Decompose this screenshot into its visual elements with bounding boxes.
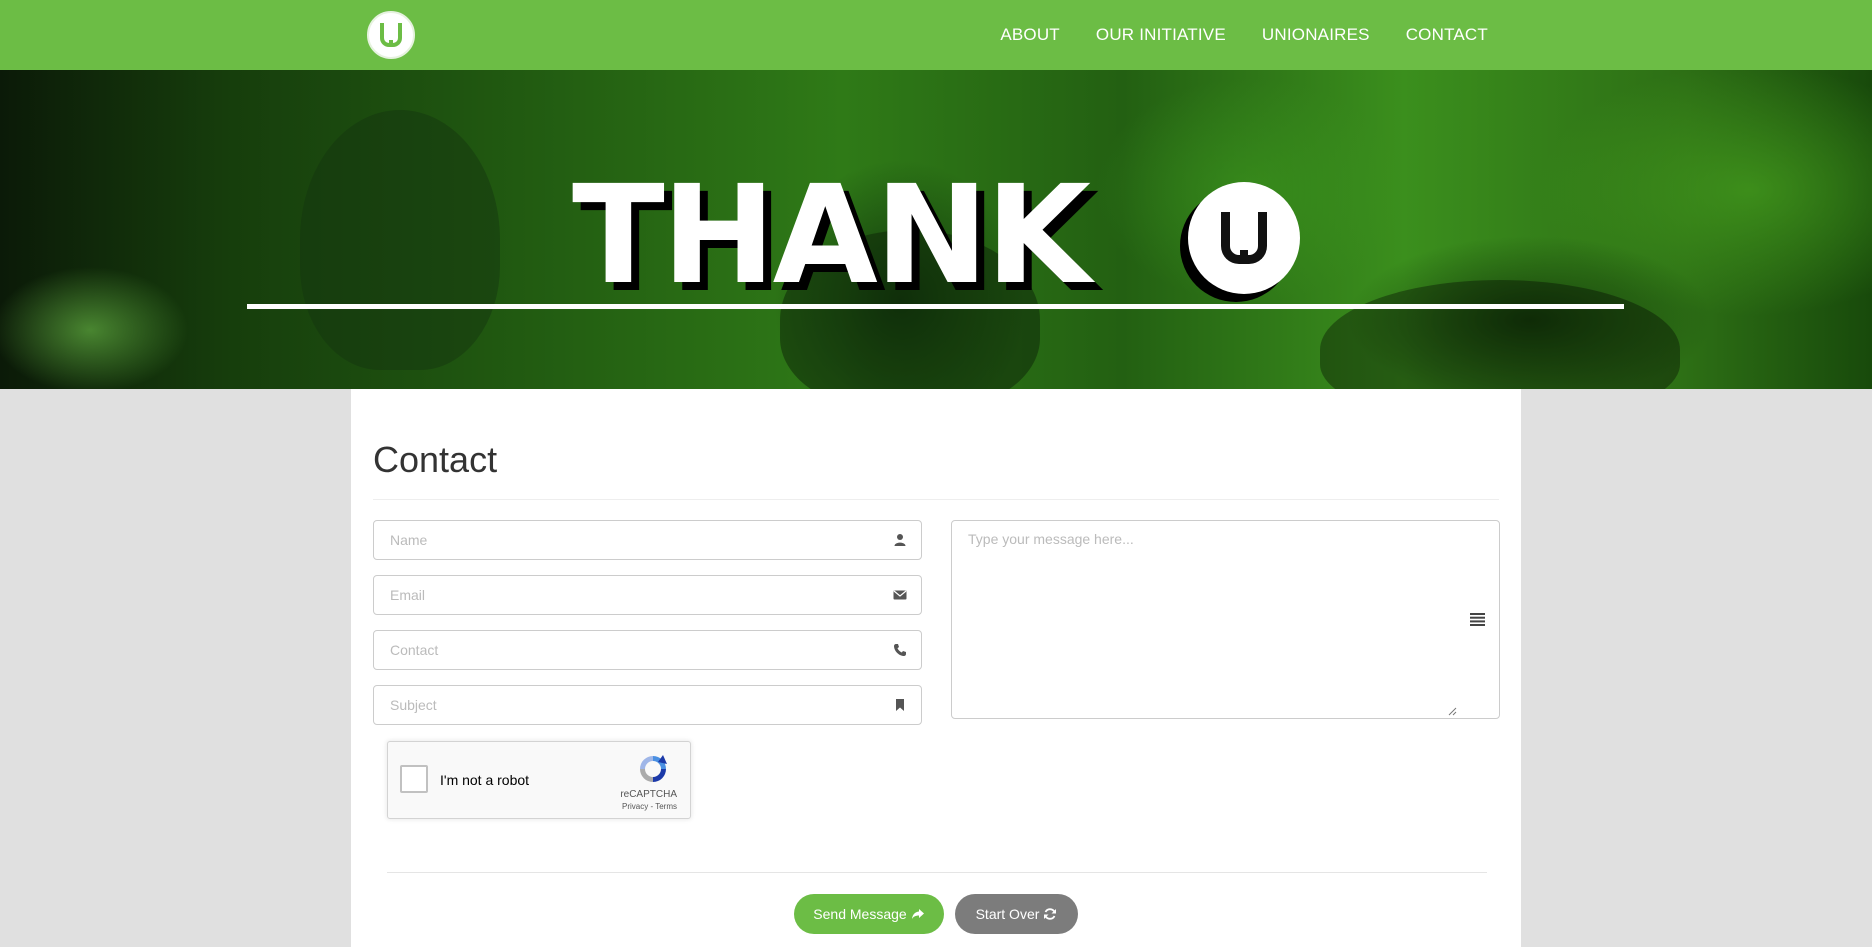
- contact-card: Contact Name Email Contact Subject Type …: [351, 389, 1521, 947]
- hero-divider: [247, 304, 1624, 309]
- email-field: [373, 575, 922, 615]
- recaptcha-widget: I'm not a robot reCAPTCHA Privacy - Term…: [387, 741, 691, 819]
- main-nav: ABOUT OUR INITIATIVE UNIONAIRES CONTACT: [1000, 0, 1488, 70]
- message-field: [951, 520, 1500, 719]
- recaptcha-checkbox[interactable]: [400, 765, 428, 793]
- send-message-button[interactable]: Send Message: [794, 894, 944, 934]
- message-textarea[interactable]: [952, 521, 1452, 716]
- bookmark-icon: [896, 699, 904, 711]
- trophy-image-shape: [300, 110, 500, 370]
- recaptcha-privacy-terms-link[interactable]: Privacy - Terms: [622, 802, 677, 811]
- phone-icon: [894, 644, 906, 656]
- nav-link-contact[interactable]: CONTACT: [1406, 25, 1488, 45]
- site-logo[interactable]: [367, 11, 415, 59]
- email-input[interactable]: [374, 576, 854, 614]
- lines-icon: [1470, 613, 1485, 626]
- start-over-label: Start Over: [975, 906, 1040, 922]
- page-title: Contact: [373, 439, 498, 480]
- logo-u-icon: [380, 23, 402, 47]
- name-field: [373, 520, 922, 560]
- contact-field: [373, 630, 922, 670]
- hero-title-text: THANK: [572, 157, 1091, 315]
- hero-banner: THANK: [0, 70, 1872, 389]
- refresh-icon: [1044, 908, 1057, 920]
- subject-field: [373, 685, 922, 725]
- share-arrow-icon: [911, 909, 924, 919]
- envelope-icon: [893, 590, 907, 600]
- name-input[interactable]: [374, 521, 854, 559]
- recaptcha-label: I'm not a robot: [440, 772, 530, 788]
- subject-input[interactable]: [374, 686, 854, 724]
- nav-link-our-initiative[interactable]: OUR INITIATIVE: [1096, 25, 1226, 45]
- resize-grip-icon[interactable]: [1447, 706, 1457, 716]
- top-navbar: ABOUT OUR INITIATIVE UNIONAIRES CONTACT: [0, 0, 1872, 70]
- heading-divider: [373, 499, 1499, 500]
- start-over-button[interactable]: Start Over: [955, 894, 1078, 934]
- nav-link-about[interactable]: ABOUT: [1000, 25, 1060, 45]
- hero-title: THANK: [572, 168, 1772, 308]
- contact-input[interactable]: [374, 631, 854, 669]
- send-message-label: Send Message: [813, 906, 907, 922]
- hero-u-badge-icon: [1188, 182, 1300, 294]
- recaptcha-brand: reCAPTCHA: [620, 789, 677, 800]
- nav-link-unionaires[interactable]: UNIONAIRES: [1262, 25, 1370, 45]
- user-icon: [894, 534, 906, 546]
- recaptcha-logo-icon: [640, 755, 667, 782]
- buttons-divider: [387, 872, 1487, 873]
